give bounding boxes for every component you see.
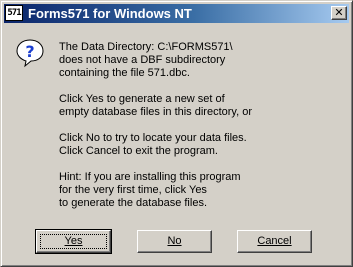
message-paragraph: Click No to try to locate your data file… [59, 132, 247, 157]
app-icon: 571 [5, 5, 23, 21]
close-icon: ✕ [334, 6, 344, 19]
question-icon: ? [15, 38, 45, 68]
message-paragraph: The Data Directory: C:\FORMS571\ does no… [59, 41, 233, 79]
window-title: Forms571 for Windows NT [28, 6, 192, 21]
message-paragraph: Hint: If you are installing this program… [59, 171, 241, 209]
yes-button[interactable]: Yes [35, 229, 112, 254]
close-button[interactable]: ✕ [331, 6, 347, 20]
dialog-window: 571 Forms571 for Windows NT ✕ ? The Data… [0, 0, 353, 267]
title-bar[interactable]: 571 Forms571 for Windows NT ✕ [4, 4, 349, 23]
no-button[interactable]: No [137, 230, 212, 253]
cancel-button[interactable]: Cancel [237, 230, 312, 253]
yes-button-label: Yes [64, 235, 83, 247]
message-text: The Data Directory: C:\FORMS571\ does no… [59, 41, 344, 210]
svg-text:?: ? [25, 42, 34, 61]
cancel-button-label: Cancel [257, 235, 292, 247]
no-button-label: No [167, 235, 182, 247]
message-paragraph: Click Yes to generate a new set of empty… [59, 93, 252, 118]
